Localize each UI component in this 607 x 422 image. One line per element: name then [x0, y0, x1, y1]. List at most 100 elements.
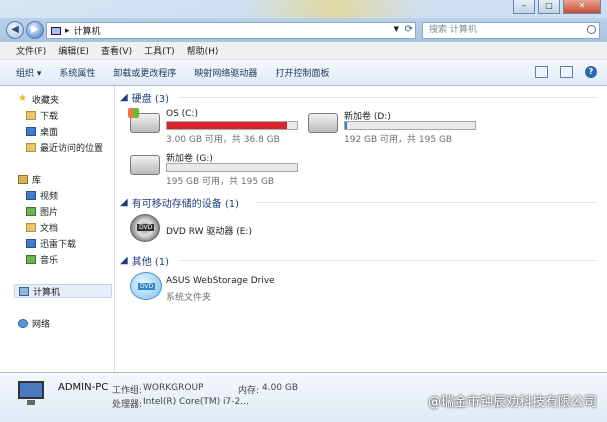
group-other[interactable]: ◢ 其他 (1)	[120, 253, 169, 268]
close-button[interactable]: ✕	[563, 0, 601, 14]
address-dropdown-icon[interactable]: ▼	[394, 25, 399, 33]
memory-value: 4.00 GB	[262, 383, 299, 393]
nav-item-thunder-downloads[interactable]: 迅雷下载	[26, 236, 76, 250]
toolbar-right: ?	[535, 66, 597, 78]
star-icon: ★	[18, 93, 27, 104]
library-icon	[18, 174, 28, 184]
menu-tools[interactable]: 工具(T)	[144, 44, 175, 57]
search-input[interactable]: 搜索 计算机	[422, 22, 600, 39]
asus-webstorage-drive[interactable]: DVD ASUS WebStorage Drive 系统文件夹	[130, 272, 350, 306]
uninstall-program-button[interactable]: 卸载或更改程序	[113, 66, 176, 79]
drive-name: DVD RW 驱动器 (E:)	[166, 227, 252, 237]
watermark-text: @瑞金市钟辰劝科技有限公司	[427, 395, 597, 410]
navigation-pane: ★ 收藏夹 下载 桌面 最近访问的位置 库 视频 图片 文档 迅雷下载 音乐 计…	[0, 86, 115, 372]
minimize-button[interactable]: –	[513, 0, 535, 14]
menu-view[interactable]: 查看(V)	[101, 44, 132, 57]
nav-item-desktop[interactable]: 桌面	[26, 124, 58, 138]
drive-c[interactable]: OS (C:) 3.00 GB 可用，共 36.8 GB	[128, 108, 310, 145]
group-label: 其他 (1)	[131, 257, 170, 268]
drive-free-space: 195 GB 可用，共 195 GB	[166, 177, 275, 187]
capacity-bar	[166, 121, 298, 130]
drive-d[interactable]: 新加卷 (D:) 192 GB 可用，共 195 GB	[308, 109, 488, 145]
network-icon	[18, 318, 28, 328]
group-hard-disks[interactable]: ◢ 硬盘 (3)	[120, 90, 169, 105]
drive-g[interactable]: 新加卷 (G:) 195 GB 可用，共 195 GB	[130, 151, 310, 187]
drive-e-dvd[interactable]: DVD DVD RW 驱动器 (E:)	[130, 214, 330, 248]
nav-item-label: 最近访问的位置	[40, 143, 104, 154]
drive-name: OS (C:)	[166, 109, 198, 119]
computer-icon	[19, 286, 29, 296]
hard-drive-icon	[308, 113, 338, 133]
help-icon[interactable]: ?	[585, 66, 597, 78]
content-pane: ◢ 硬盘 (3) OS (C:) 3.00 GB 可用，共 36.8 GB 新加…	[116, 86, 607, 372]
collapse-icon[interactable]: ◢	[120, 255, 128, 266]
nav-item-downloads[interactable]: 下载	[26, 108, 58, 122]
thunder-download-icon	[26, 238, 36, 248]
change-view-icon[interactable]	[535, 66, 548, 78]
nav-item-label: 图片	[40, 207, 59, 218]
group-removable[interactable]: ◢ 有可移动存储的设备 (1)	[120, 195, 239, 210]
cpu-label: 处理器:	[112, 400, 143, 410]
command-bar: 组织 ▾ 系统属性 卸载或更改程序 映射网络驱动器 打开控制面板 ?	[0, 60, 607, 86]
memory-label: 内存:	[238, 386, 260, 396]
capacity-bar	[166, 163, 298, 172]
search-placeholder: 搜索 计算机	[429, 25, 477, 35]
cloud-drive-icon: DVD	[130, 272, 162, 300]
nav-item-pictures[interactable]: 图片	[26, 204, 58, 218]
organize-button[interactable]: 组织 ▾	[16, 66, 41, 79]
forward-button[interactable]: ▶	[26, 21, 44, 39]
nav-favorites[interactable]: ★ 收藏夹	[18, 92, 59, 106]
nav-item-label: 视频	[40, 191, 59, 202]
nav-libraries[interactable]: 库	[18, 172, 41, 186]
open-control-panel-button[interactable]: 打开控制面板	[275, 66, 329, 79]
computer-large-icon	[18, 381, 46, 409]
breadcrumb-computer[interactable]: 计算机	[74, 24, 101, 37]
nav-favorites-label: 收藏夹	[32, 95, 60, 106]
capacity-bar	[344, 121, 476, 130]
menu-edit[interactable]: 编辑(E)	[58, 44, 89, 57]
drive-free-space: 3.00 GB 可用，共 36.8 GB	[166, 135, 280, 145]
picture-icon	[26, 206, 36, 216]
nav-item-music[interactable]: 音乐	[26, 252, 58, 266]
hard-drive-icon	[130, 155, 160, 175]
menu-help[interactable]: 帮助(H)	[187, 44, 219, 57]
music-icon	[26, 254, 36, 264]
map-network-drive-button[interactable]: 映射网络驱动器	[194, 66, 257, 79]
drive-free-space: 192 GB 可用，共 195 GB	[344, 135, 453, 145]
search-icon[interactable]	[587, 25, 596, 34]
asus-badge: DVD	[138, 283, 156, 290]
computer-small-icon	[51, 26, 61, 35]
nav-item-recent-places[interactable]: 最近访问的位置	[26, 140, 103, 154]
nav-network[interactable]: 网络	[18, 316, 50, 330]
menu-file[interactable]: 文件(F)	[16, 44, 46, 57]
details-pane: ADMIN-PC 工作组: WORKGROUP 内存: 4.00 GB 处理器:…	[0, 372, 607, 422]
maximize-button[interactable]: □	[538, 0, 560, 14]
system-properties-button[interactable]: 系统属性	[59, 66, 95, 79]
nav-item-videos[interactable]: 视频	[26, 188, 58, 202]
nav-item-label: 音乐	[40, 255, 59, 266]
address-separator: ▸	[65, 25, 70, 36]
nav-item-documents[interactable]: 文档	[26, 220, 58, 234]
video-icon	[26, 190, 36, 200]
address-bar[interactable]: ▸ 计算机 ▼ ⟳	[46, 22, 416, 39]
desktop-icon	[26, 126, 36, 136]
nav-item-label: 文档	[40, 223, 59, 234]
explorer-window: – □ ✕ ◀ ▶ ▸ 计算机 ▼ ⟳ 搜索 计算机 文件(F) 编辑(E) 查…	[0, 0, 607, 422]
back-button[interactable]: ◀	[6, 21, 24, 39]
nav-item-label: 桌面	[40, 127, 59, 138]
workgroup-label: 工作组:	[112, 386, 143, 396]
collapse-icon[interactable]: ◢	[120, 92, 128, 103]
menu-bar: 文件(F) 编辑(E) 查看(V) 工具(T) 帮助(H)	[0, 42, 607, 60]
dvd-drive-icon: DVD	[130, 214, 160, 242]
preview-pane-icon[interactable]	[560, 66, 573, 78]
recent-places-icon	[26, 142, 36, 152]
collapse-icon[interactable]: ◢	[120, 197, 128, 208]
capacity-bar-fill	[167, 122, 287, 129]
drive-type: 系统文件夹	[166, 293, 212, 303]
group-label: 硬盘 (3)	[131, 94, 170, 105]
title-bar: – □ ✕ ◀ ▶ ▸ 计算机 ▼ ⟳ 搜索 计算机	[0, 0, 607, 42]
workgroup-value: WORKGROUP	[143, 383, 204, 393]
cpu-value: Intel(R) Core(TM) i7-2...	[143, 397, 249, 407]
refresh-icon[interactable]: ⟳	[405, 24, 413, 35]
nav-computer[interactable]: 计算机	[14, 284, 112, 298]
